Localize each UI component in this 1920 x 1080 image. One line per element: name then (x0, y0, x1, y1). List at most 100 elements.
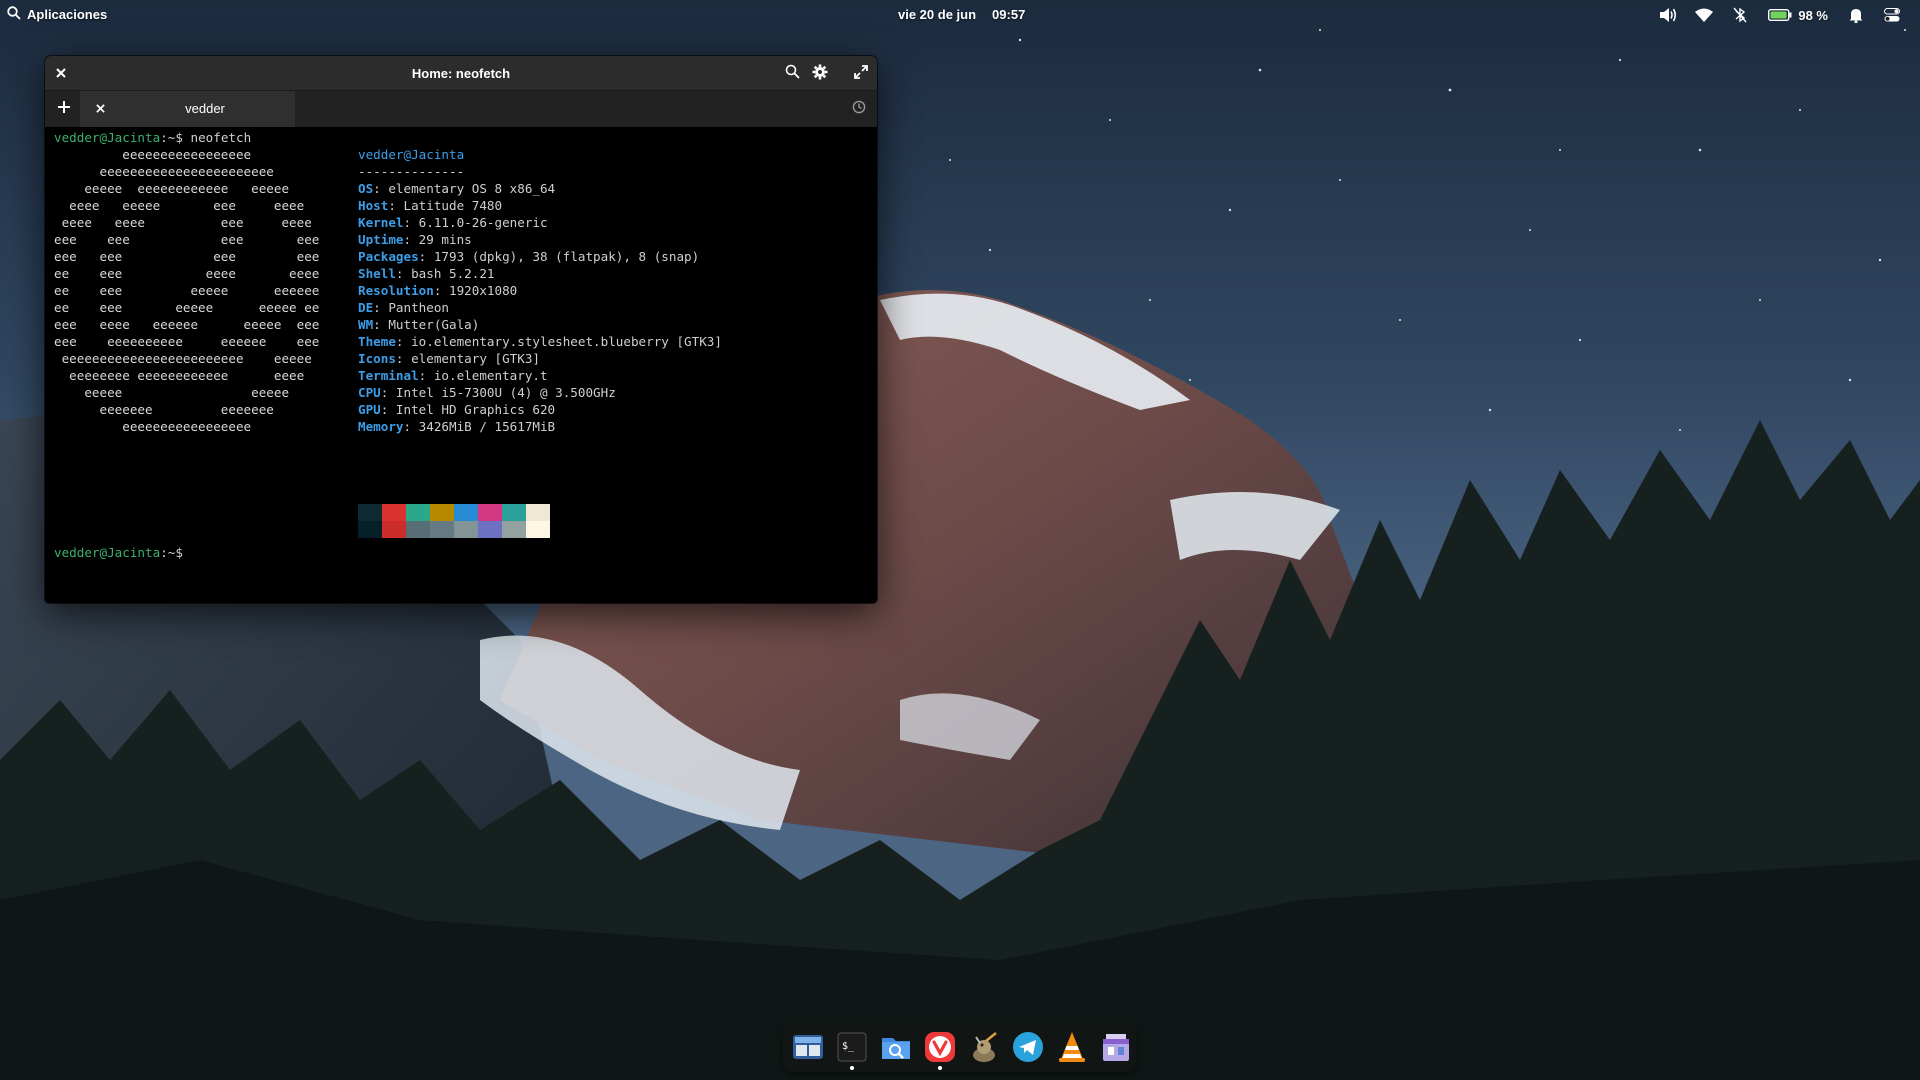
ascii-logo-row: eeeeeee eeeeeee (54, 402, 274, 417)
info-value: : elementary OS 8 x86_64 (373, 181, 556, 196)
multitasking-view-icon (793, 1035, 823, 1059)
ascii-logo-row: eeeeeeeeeeeeeeeeeeeeeee (54, 164, 274, 179)
color-palette (358, 504, 550, 538)
tab-history-button[interactable] (847, 97, 871, 121)
dock-item-vlc[interactable] (1054, 1029, 1090, 1065)
battery-percent-label: 98 % (1798, 7, 1828, 23)
palette-swatch (430, 521, 454, 538)
info-value: : Latitude 7480 (388, 198, 503, 213)
ascii-logo-row: eeee eeeee eee eeee (54, 198, 305, 213)
applications-menu-button[interactable]: Aplicaciones (7, 6, 107, 23)
info-key: CPU (358, 385, 381, 400)
bluetooth-off-icon[interactable] (1722, 5, 1758, 25)
ascii-logo-row: eee eeeeeeeeee eeeeee eee (54, 334, 320, 349)
window-title: Home: neofetch (411, 66, 511, 81)
dock-item-gimp[interactable] (966, 1029, 1002, 1065)
tab-vedder[interactable]: vedder (80, 91, 295, 127)
prompt-user: vedder@Jacinta (54, 130, 161, 145)
info-key: Icons (358, 351, 396, 366)
dock-item-multitasking[interactable] (790, 1029, 826, 1065)
maximize-button[interactable] (849, 61, 873, 85)
prompt-user-2: vedder@Jacinta (54, 545, 161, 560)
info-key: GPU (358, 402, 381, 417)
search-button[interactable] (780, 61, 804, 85)
prompt-separator-2: :~$ (160, 545, 183, 560)
top-panel: Aplicaciones vie 20 de jun 09:57 98 % (0, 0, 1920, 30)
info-value: : 6.11.0-26-generic (403, 215, 548, 230)
notifications-bell-icon[interactable] (1838, 5, 1874, 25)
info-value: : 1920x1080 (433, 283, 518, 298)
info-row: Shell: bash 5.2.21 (358, 265, 495, 282)
dock-item-terminal[interactable]: $_ (834, 1029, 870, 1065)
close-tab-button[interactable] (88, 97, 112, 121)
datetime-indicator[interactable]: vie 20 de jun 09:57 (898, 7, 1025, 22)
info-key: Packages (358, 249, 419, 264)
battery-indicator[interactable]: 98 % (1758, 5, 1838, 25)
dock-item-files[interactable] (878, 1029, 914, 1065)
terminal-window[interactable]: Home: neofetch vedder vedder@Jacinta:~$ … (45, 56, 877, 603)
session-toggle-icon[interactable] (1874, 5, 1910, 25)
terminal-icon: $_ (837, 1032, 867, 1062)
ascii-logo-row: ee eee eeeee eeeeee (54, 283, 320, 298)
plus-icon (58, 100, 70, 118)
info-row: Resolution: 1920x1080 (358, 282, 517, 299)
info-key: WM (358, 317, 374, 332)
ascii-logo-row: eeeeeeeeeeeeeeeee (54, 147, 252, 162)
ascii-logo-row: eee eee eee eee (54, 249, 320, 264)
terminal-output[interactable]: vedder@Jacinta:~$ neofetch eeeeeeeeeeeee… (45, 126, 877, 603)
palette-swatch (502, 521, 526, 538)
info-row: Uptime: 29 mins (358, 231, 472, 248)
info-value: : Intel HD Graphics 620 (380, 402, 556, 417)
terminal-titlebar[interactable]: Home: neofetch (45, 56, 877, 90)
info-value: : io.elementary.t (418, 368, 548, 383)
new-tab-button[interactable] (52, 97, 76, 121)
volume-icon[interactable] (1650, 5, 1686, 25)
settings-button[interactable] (808, 61, 832, 85)
info-value: : 3426MiB / 15617MiB (403, 419, 556, 434)
palette-swatch (430, 504, 454, 521)
indicator-area: 98 % (1650, 5, 1910, 25)
palette-swatch (358, 521, 382, 538)
applications-label: Aplicaciones (27, 7, 108, 22)
current-prompt: vedder@Jacinta:~$ (54, 544, 183, 561)
info-row: OS: elementary OS 8 x86_64 (358, 180, 555, 197)
palette-swatch (502, 504, 526, 521)
dock-item-vivaldi[interactable] (922, 1029, 958, 1065)
info-key: Uptime (358, 232, 404, 247)
info-key: DE (358, 300, 374, 315)
tab-label: vedder (185, 101, 225, 116)
date-label: vie 20 de jun (898, 7, 977, 22)
palette-swatch (478, 521, 502, 538)
palette-swatch (454, 521, 478, 538)
palette-swatch (382, 521, 406, 538)
palette-swatch (406, 521, 430, 538)
info-key: OS (358, 181, 374, 196)
info-row: GPU: Intel HD Graphics 620 (358, 401, 555, 418)
command-text: neofetch (182, 130, 252, 145)
ascii-logo-row: ee eee eeee eeee (54, 266, 320, 281)
info-underline: -------------- (358, 164, 465, 179)
wifi-icon[interactable] (1686, 5, 1722, 25)
info-key: Terminal (358, 368, 419, 383)
dock-item-telegram[interactable] (1010, 1029, 1046, 1065)
palette-swatch (478, 504, 502, 521)
info-value: : bash 5.2.21 (395, 266, 495, 281)
maximize-icon (854, 64, 868, 82)
gear-icon (812, 64, 828, 83)
files-icon (882, 1038, 910, 1059)
info-row: Icons: elementary [GTK3] (358, 350, 540, 367)
ascii-logo-row: eeeeeeeeeeeeeeeee (54, 419, 252, 434)
history-icon (852, 100, 866, 119)
info-key: Resolution (358, 283, 434, 298)
palette-swatch (454, 504, 478, 521)
palette-swatch (526, 504, 550, 521)
vivaldi-browser-icon (925, 1032, 955, 1062)
search-icon (785, 64, 800, 82)
palette-swatch (382, 504, 406, 521)
appcenter-icon (1103, 1034, 1129, 1061)
info-row: Packages: 1793 (dpkg), 38 (flatpak), 8 (… (358, 248, 699, 265)
dock-item-appcenter[interactable] (1098, 1029, 1134, 1065)
info-row: WM: Mutter(Gala) (358, 316, 479, 333)
info-row: Host: Latitude 7480 (358, 197, 502, 214)
info-row: Terminal: io.elementary.t (358, 367, 548, 384)
